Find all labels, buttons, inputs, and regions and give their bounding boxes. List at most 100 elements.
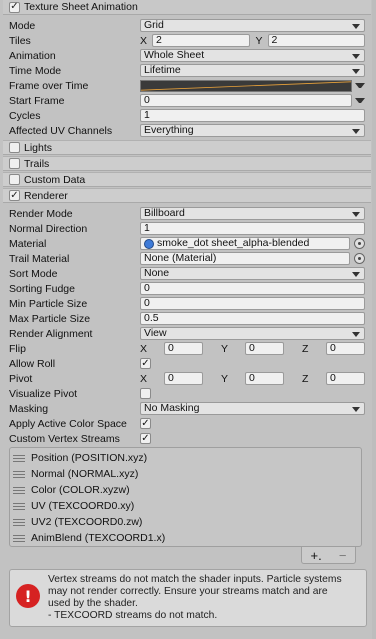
stream-label: Normal (NORMAL.xyz)	[31, 468, 139, 480]
apply-active-color-space-checkbox[interactable]: ✓	[140, 418, 151, 429]
lights-module-header[interactable]: Lights	[3, 140, 371, 155]
frame-over-time-curve[interactable]	[140, 79, 352, 92]
scrollbar[interactable]	[372, 0, 376, 639]
list-item[interactable]: Color (COLOR.xyzw)	[10, 482, 361, 498]
render-mode-label: Render Mode	[9, 207, 73, 220]
lights-header-label: Lights	[24, 141, 53, 154]
uv-channels-dropdown[interactable]: Everything	[140, 124, 365, 137]
animation-dropdown[interactable]: Whole Sheet	[140, 49, 365, 62]
visualize-pivot-label: Visualize Pivot	[9, 387, 78, 400]
pivot-x-field[interactable]: 0	[164, 372, 203, 385]
time-mode-dropdown[interactable]: Lifetime	[140, 64, 365, 77]
drag-handle-icon[interactable]	[13, 534, 25, 542]
allow-roll-label: Allow Roll	[9, 357, 56, 370]
stream-label: AnimBlend (TEXCOORD1.x)	[31, 532, 166, 544]
time-mode-label: Time Mode	[9, 64, 62, 77]
visualize-pivot-checkbox[interactable]	[140, 388, 151, 399]
curve-mode-dropdown-arrow-icon[interactable]	[355, 83, 365, 88]
tiles-x-axis-label[interactable]: X	[140, 35, 152, 47]
texture-sheet-enabled-checkbox[interactable]: ✓	[9, 1, 20, 13]
flip-z-field[interactable]: 0	[326, 342, 365, 355]
max-particle-size-field[interactable]: 0.5	[140, 312, 365, 325]
stream-label: UV (TEXCOORD0.xy)	[31, 500, 135, 512]
flip-x-axis-label[interactable]: X	[140, 343, 152, 355]
render-alignment-dropdown[interactable]: View	[140, 327, 365, 340]
custom-data-module-header[interactable]: Custom Data	[3, 172, 371, 187]
renderer-module-header[interactable]: ✓ Renderer	[3, 188, 371, 203]
pivot-z-axis-label[interactable]: Z	[302, 373, 314, 385]
flip-label: Flip	[9, 342, 26, 355]
normal-direction-field[interactable]: 1	[140, 222, 365, 235]
trails-module-header[interactable]: Trails	[3, 156, 371, 171]
error-icon: !	[16, 584, 40, 608]
sort-mode-dropdown[interactable]: None	[140, 267, 365, 280]
start-frame-field[interactable]: 0	[140, 94, 352, 107]
vertex-streams-list: Position (POSITION.xyz) Normal (NORMAL.x…	[9, 447, 362, 547]
pivot-x-axis-label[interactable]: X	[140, 373, 152, 385]
drag-handle-icon[interactable]	[13, 470, 25, 478]
mode-dropdown[interactable]: Grid	[140, 19, 365, 32]
texture-sheet-animation-header[interactable]: ✓ Texture Sheet Animation	[3, 0, 371, 15]
list-item[interactable]: UV (TEXCOORD0.xy)	[10, 498, 361, 514]
drag-handle-icon[interactable]	[13, 502, 25, 510]
curve-graph	[141, 80, 351, 91]
material-object-field[interactable]: smoke_dot sheet_alpha-blended	[140, 237, 350, 250]
list-item[interactable]: Normal (NORMAL.xyz)	[10, 466, 361, 482]
apply-active-color-space-label: Apply Active Color Space	[9, 417, 127, 430]
error-message-line: - TEXCOORD streams do not match.	[48, 610, 218, 621]
tiles-y-field[interactable]: 2	[267, 34, 365, 47]
pivot-y-field[interactable]: 0	[245, 372, 284, 385]
sorting-fudge-field[interactable]: 0	[140, 282, 365, 295]
min-particle-size-row: Min Particle Size 0	[9, 296, 365, 311]
render-mode-dropdown[interactable]: Billboard	[140, 207, 365, 220]
flip-y-field[interactable]: 0	[245, 342, 284, 355]
normal-direction-row: Normal Direction 1	[9, 221, 365, 236]
error-message: Vertex streams do not match the shader i…	[48, 570, 346, 622]
pivot-z-field[interactable]: 0	[326, 372, 365, 385]
masking-dropdown[interactable]: No Masking	[140, 402, 365, 415]
drag-handle-icon[interactable]	[13, 454, 25, 462]
min-particle-size-label: Min Particle Size	[9, 297, 88, 310]
allow-roll-row: Allow Roll ✓	[9, 356, 365, 371]
trails-header-label: Trails	[24, 157, 50, 170]
list-item[interactable]: AnimBlend (TEXCOORD1.x)	[10, 530, 361, 546]
allow-roll-checkbox[interactable]: ✓	[140, 358, 151, 369]
flip-x-field[interactable]: 0	[164, 342, 203, 355]
custom-vertex-streams-checkbox[interactable]: ✓	[140, 433, 151, 444]
sorting-fudge-row: Sorting Fudge 0	[9, 281, 365, 296]
remove-stream-button[interactable]: −	[339, 548, 347, 563]
renderer-enabled-checkbox[interactable]: ✓	[9, 190, 20, 201]
drag-handle-icon[interactable]	[13, 486, 25, 494]
error-message-line: used by the shader.	[48, 598, 138, 609]
tiles-y-axis-label[interactable]: Y	[256, 35, 268, 47]
add-stream-button[interactable]: +.	[311, 548, 322, 563]
list-item[interactable]: Position (POSITION.xyz)	[10, 450, 361, 466]
trail-material-picker-icon[interactable]	[354, 253, 365, 264]
max-particle-size-label: Max Particle Size	[9, 312, 91, 325]
trail-material-object-field[interactable]: None (Material)	[140, 252, 350, 265]
list-item[interactable]: UV2 (TEXCOORD0.zw)	[10, 514, 361, 530]
sort-mode-row: Sort Mode None	[9, 266, 365, 281]
mode-row: Mode Grid	[9, 18, 365, 33]
cycles-field[interactable]: 1	[140, 109, 365, 122]
custom-data-enabled-checkbox[interactable]	[9, 174, 20, 185]
min-particle-size-field[interactable]: 0	[140, 297, 365, 310]
sorting-fudge-label: Sorting Fudge	[9, 282, 75, 295]
normal-direction-label: Normal Direction	[9, 222, 88, 235]
stream-label: Position (POSITION.xyz)	[31, 452, 148, 464]
trail-material-row: Trail Material None (Material)	[9, 251, 365, 266]
custom-vertex-streams-row: Custom Vertex Streams ✓	[9, 431, 365, 446]
material-row: Material smoke_dot sheet_alpha-blended	[9, 236, 365, 251]
animation-row: Animation Whole Sheet	[9, 48, 365, 63]
drag-handle-icon[interactable]	[13, 518, 25, 526]
error-message-line: Vertex streams do not match the shader i…	[48, 574, 342, 585]
start-frame-mode-arrow-icon[interactable]	[355, 98, 365, 103]
trails-enabled-checkbox[interactable]	[9, 158, 20, 169]
flip-y-axis-label[interactable]: Y	[221, 343, 233, 355]
flip-z-axis-label[interactable]: Z	[302, 343, 314, 355]
lights-enabled-checkbox[interactable]	[9, 142, 20, 153]
material-picker-icon[interactable]	[354, 238, 365, 249]
tiles-x-field[interactable]: 2	[152, 34, 250, 47]
error-message-line: may not render correctly. Ensure your st…	[48, 586, 328, 597]
pivot-y-axis-label[interactable]: Y	[221, 373, 233, 385]
